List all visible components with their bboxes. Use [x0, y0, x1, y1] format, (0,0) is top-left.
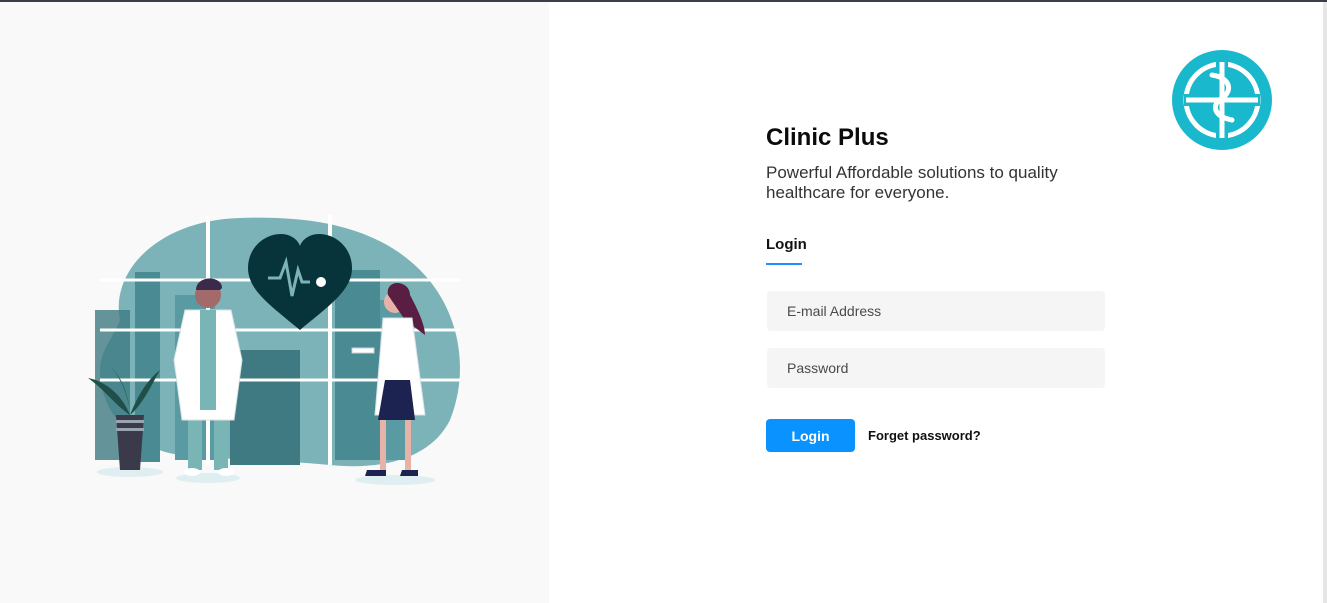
password-field[interactable] [767, 348, 1105, 388]
tab-login[interactable]: Login [766, 236, 807, 253]
doctors-illustration [88, 215, 460, 485]
forget-password-link[interactable]: Forget password? [868, 428, 981, 443]
tab-active-underline [766, 263, 802, 265]
email-field[interactable] [767, 291, 1105, 331]
login-button[interactable]: Login [766, 419, 855, 452]
scrollbar[interactable] [1323, 2, 1327, 603]
brand-tagline: Powerful Affordable solutions to quality… [766, 163, 1058, 202]
brand-title: Clinic Plus [766, 124, 889, 151]
caduceus-logo-icon [1172, 50, 1272, 150]
